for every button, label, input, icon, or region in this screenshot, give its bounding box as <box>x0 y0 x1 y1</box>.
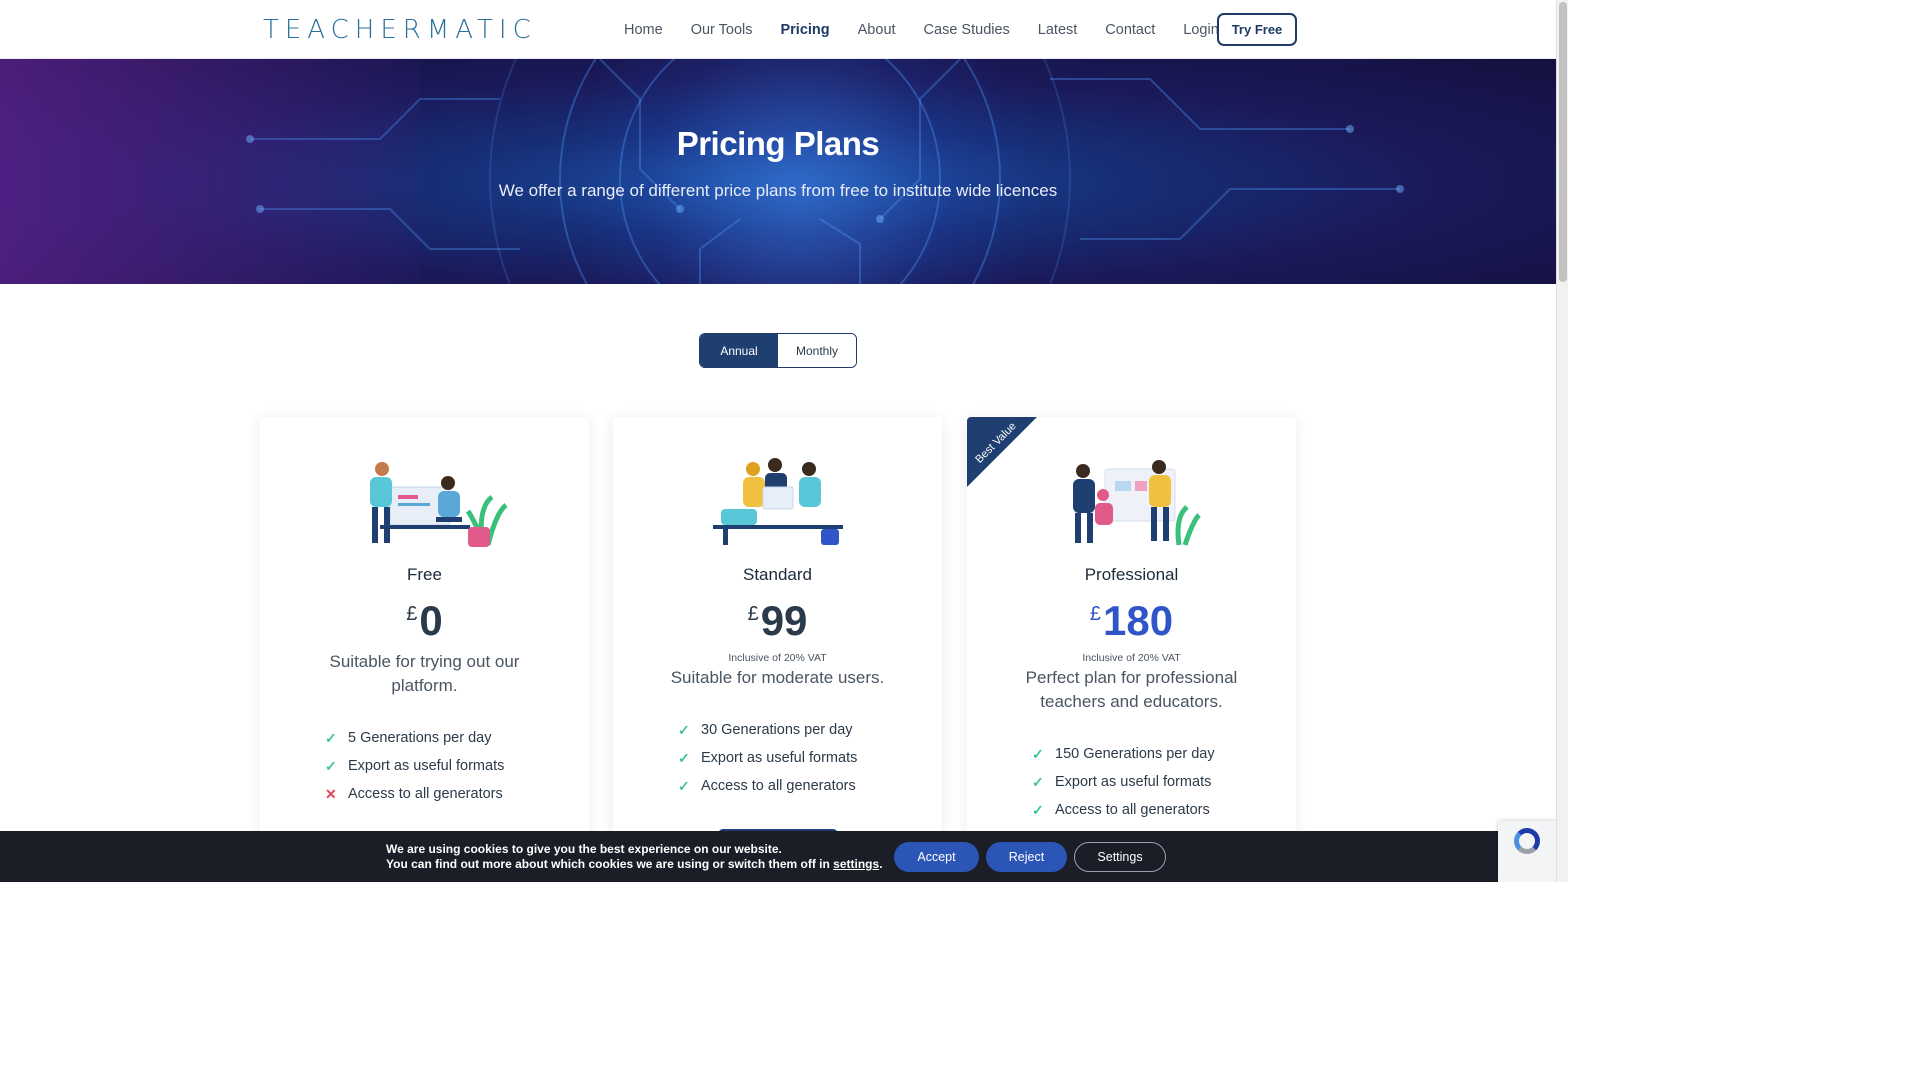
feature-item: ✓ Export as useful formats <box>1032 773 1212 791</box>
accept-cookies-button[interactable]: Accept <box>894 842 979 872</box>
standard-plan-illustration <box>713 458 843 545</box>
cookie-line-2: You can find out more about which cookie… <box>386 857 883 871</box>
try-free-button[interactable]: Try Free <box>1217 13 1297 46</box>
page-subtitle: We offer a range of different price plan… <box>498 181 1058 200</box>
check-icon: ✓ <box>678 777 690 794</box>
check-icon: ✓ <box>1032 801 1044 818</box>
page-scrollbar[interactable] <box>1556 0 1568 882</box>
plan-description-standard: Suitable for moderate users. <box>670 668 885 687</box>
feature-item: ✓ 30 Generations per day <box>678 721 853 739</box>
check-icon: ✓ <box>1032 773 1044 790</box>
monthly-toggle-button[interactable]: Monthly <box>778 334 856 367</box>
circuit-background <box>246 59 1404 284</box>
nav-contact[interactable]: Contact <box>1105 22 1155 38</box>
plan-card-professional: Best Value Professional £180 Inclusive o… <box>967 417 1296 882</box>
vat-note-standard: Inclusive of 20% VAT <box>728 652 827 664</box>
check-icon: ✓ <box>325 757 337 774</box>
cookie-settings-link[interactable]: settings <box>833 857 879 871</box>
teachermatic-logo[interactable]: TEACHERMATIC <box>263 15 537 45</box>
site-header: TEACHERMATIC Home Our Tools Pricing Abou… <box>0 0 1556 59</box>
cookie-line-1: We are using cookies to give you the bes… <box>386 842 782 856</box>
free-plan-illustration <box>370 462 508 547</box>
reject-cookies-button[interactable]: Reject <box>986 842 1067 872</box>
plan-description-professional: Perfect plan for professional teachers a… <box>1025 668 1238 711</box>
check-icon: ✓ <box>325 729 337 746</box>
feature-item: ✓ Access to all generators <box>678 777 856 795</box>
cookie-consent-bar: We are using cookies to give you the bes… <box>0 831 1568 882</box>
plan-price-standard: £99 <box>613 597 942 645</box>
check-icon: ✓ <box>678 721 690 738</box>
currency-symbol: £ <box>406 603 418 625</box>
price-amount: 99 <box>760 597 808 644</box>
cross-icon: ✕ <box>325 785 337 802</box>
page: TEACHERMATIC Home Our Tools Pricing Abou… <box>0 0 1568 882</box>
feature-list-free: ✓ 5 Generations per day ✓ Export as useful… <box>325 724 504 808</box>
nav-home[interactable]: Home <box>624 22 663 38</box>
plan-card-standard: Standard £99 Inclusive of 20% VAT Suitab… <box>613 417 942 882</box>
plan-price-professional: £180 <box>967 597 1296 645</box>
billing-toggle: Annual Monthly <box>699 333 857 368</box>
nav-about[interactable]: About <box>858 22 896 38</box>
currency-symbol: £ <box>1089 603 1102 625</box>
feature-list-standard: ✓ 30 Generations per day ✓ Export as usefu… <box>678 716 857 800</box>
cookie-settings-button[interactable]: Settings <box>1074 842 1166 872</box>
feature-item: ✓ 150 Generations per day <box>1032 745 1215 763</box>
feature-item: ✓ Export as useful formats <box>325 757 505 775</box>
feature-item: ✓ Export as useful formats <box>678 749 858 767</box>
scrollbar-thumb[interactable] <box>1559 2 1567 282</box>
plan-name-standard: Standard <box>743 565 812 584</box>
plan-card-free: Free £0 Suitable for trying out our plat… <box>260 417 589 882</box>
check-icon: ✓ <box>678 749 690 766</box>
nav-case-studies[interactable]: Case Studies <box>924 22 1010 38</box>
check-icon: ✓ <box>1032 745 1044 762</box>
price-amount: 180 <box>1103 597 1174 644</box>
nav-pricing[interactable]: Pricing <box>780 22 829 38</box>
nav-our-tools[interactable]: Our Tools <box>691 22 753 38</box>
main-nav: Home Our Tools Pricing About Case Studie… <box>610 0 1233 59</box>
plan-name-free: Free <box>407 565 442 584</box>
currency-symbol: £ <box>747 603 759 625</box>
page-title: Pricing Plans <box>676 125 880 162</box>
hero-banner: Pricing Plans We offer a range of differ… <box>0 59 1556 284</box>
plan-price-free: £0 <box>260 597 589 645</box>
price-amount: 0 <box>419 597 443 644</box>
plan-name-professional: Professional <box>1084 565 1179 584</box>
vat-note-professional: Inclusive of 20% VAT <box>1082 652 1181 664</box>
nav-login[interactable]: Login <box>1183 22 1218 38</box>
feature-list-professional: ✓ 150 Generations per day ✓ Export as usef… <box>1032 740 1215 824</box>
professional-plan-illustration <box>1073 460 1201 546</box>
feature-item: ✓ Access to all generators <box>1032 801 1210 819</box>
plan-description-free: Suitable for trying out our platform. <box>329 652 520 695</box>
cookie-message: We are using cookies to give you the bes… <box>386 842 883 872</box>
nav-latest[interactable]: Latest <box>1038 22 1078 38</box>
feature-item: ✓ 5 Generations per day <box>325 729 492 747</box>
recaptcha-icon <box>1514 828 1540 854</box>
annual-toggle-button[interactable]: Annual <box>700 334 778 367</box>
feature-item: ✕ Access to all generators <box>325 785 503 803</box>
